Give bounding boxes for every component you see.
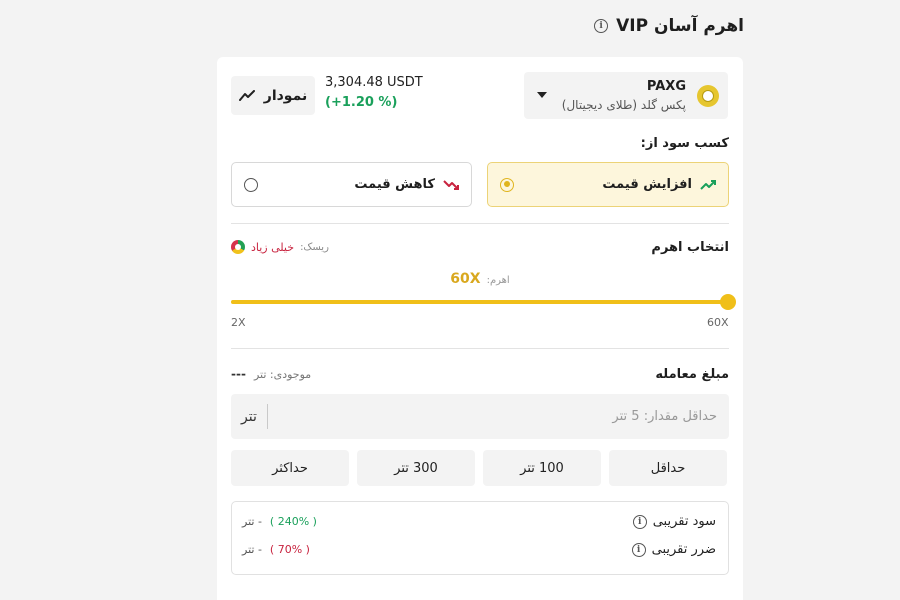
risk-gauge-icon [231,240,245,254]
info-icon[interactable]: i [632,514,647,529]
leverage-min-label: 2X [231,316,246,329]
leverage-slider[interactable] [231,294,736,310]
risk-indicator: ریسک: خیلی زیاد [231,240,329,254]
leverage-max-label: 60X [707,316,729,329]
divider [231,348,729,349]
trend-up-icon [700,179,716,190]
estimates-box: سود تقریبی i ( 240% ) - تتر ضرر تقریبی i… [231,501,729,575]
balance-value: --- [231,367,246,381]
paxg-coin-icon [697,85,719,107]
profit-label: سود تقریبی [652,514,716,529]
amount-input[interactable] [267,394,729,439]
current-leverage: اهرم: 60X [417,271,543,287]
current-leverage-value: 60X [450,271,481,287]
asset-symbol: PAXG [646,79,686,94]
leverage-card: PAXG پکس گلد (طلای دیجیتال) 3,304.48 USD… [217,57,743,600]
chart-button[interactable]: نمودار [231,76,315,115]
unit-separator [266,404,268,429]
option-price-down-label: کاهش قیمت [354,177,435,192]
loss-amount: - تتر [242,543,262,556]
page-title-text: اهرم آسان VIP [616,16,744,36]
price-info: 3,304.48 USDT (+1.20 %) [325,75,425,110]
direction-label: کسب سود از: [640,136,729,151]
asset-name: پکس گلد (طلای دیجیتال) [561,98,686,112]
risk-label: ریسک: [300,241,329,253]
trend-line-icon [238,89,255,101]
trend-down-icon [443,179,459,190]
loss-row: ضرر تقریبی i ( 70% ) - تتر [242,542,716,557]
quick-amount-300-button[interactable]: 300 تتر [357,450,475,486]
profit-amount: - تتر [242,515,262,528]
option-price-up[interactable]: افزایش قیمت [487,162,729,207]
chevron-down-icon [537,92,547,98]
chart-button-label: نمودار [263,87,308,104]
quick-amount-100-button[interactable]: 100 تتر [483,450,601,486]
info-icon[interactable]: i [594,19,609,33]
risk-value: خیلی زیاد [251,240,295,254]
profit-row: سود تقریبی i ( 240% ) - تتر [242,514,716,529]
leverage-slider-thumb[interactable] [720,294,736,310]
current-leverage-label: اهرم: [486,275,510,286]
amount-section-label: مبلغ معامله [655,367,729,382]
asset-selector[interactable]: PAXG پکس گلد (طلای دیجیتال) [524,72,728,119]
balance-label: موجودی: تتر [253,367,312,381]
leverage-section-label: انتخاب اهرم [651,240,729,255]
quick-amount-min-button[interactable]: حداقل [609,450,727,486]
loss-percent: ( 70% ) [269,543,310,556]
balance: موجودی: تتر --- [231,367,311,381]
amount-unit: تتر [241,408,257,425]
asset-price: 3,304.48 USDT [325,75,423,90]
amount-field-wrapper: تتر [231,394,729,439]
loss-label: ضرر تقریبی [651,542,716,557]
radio-price-down[interactable] [244,177,258,192]
leverage-slider-fill [231,300,728,304]
divider [231,223,729,224]
option-price-down[interactable]: کاهش قیمت [231,162,472,207]
radio-price-up[interactable] [500,177,514,192]
price-change: (+1.20 %) [325,95,398,110]
info-icon[interactable]: i [631,542,646,557]
quick-amount-max-button[interactable]: حداکثر [231,450,349,486]
profit-percent: ( 240% ) [269,515,317,528]
page-title: اهرم آسان VIP i [594,16,744,36]
option-price-up-label: افزایش قیمت [602,177,692,192]
